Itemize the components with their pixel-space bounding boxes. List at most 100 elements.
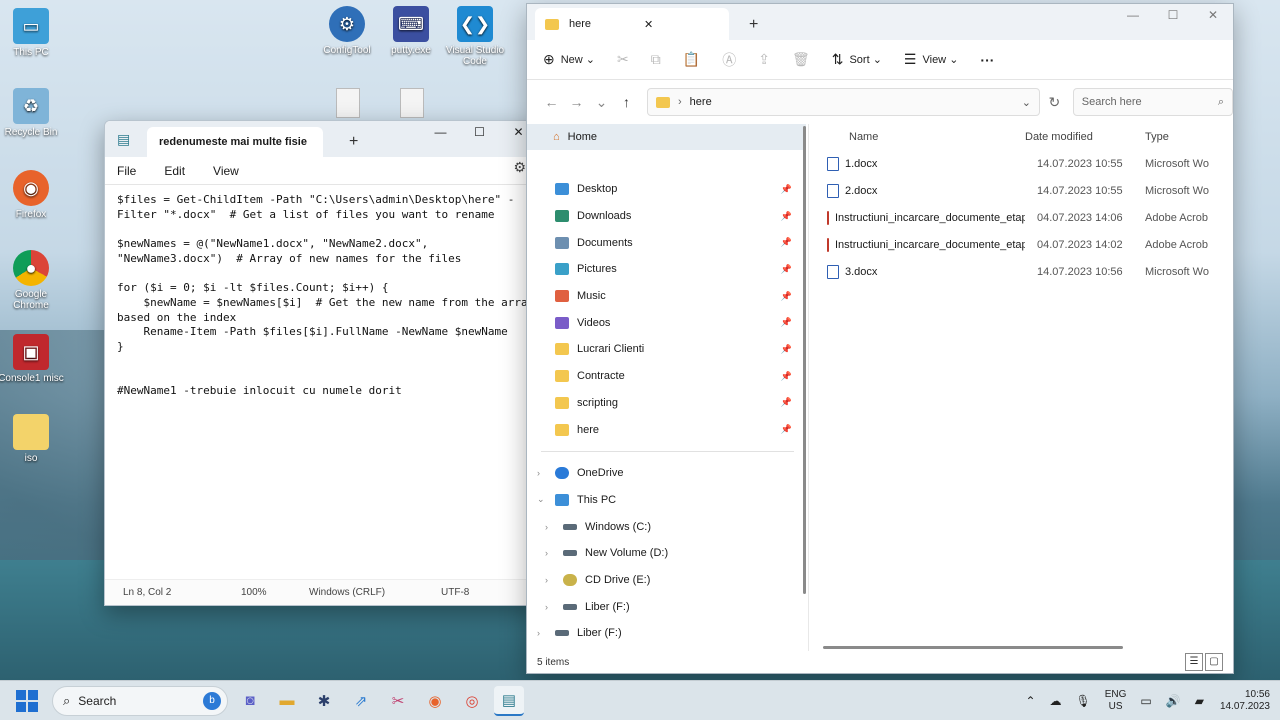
- desktop-icon-iso[interactable]: iso: [0, 414, 66, 464]
- nav-desktop[interactable]: Desktop 📌: [527, 176, 808, 203]
- copy-icon[interactable]: ⧉: [651, 51, 661, 68]
- nav-documents[interactable]: Documents 📌: [527, 229, 808, 256]
- file-explorer-icon[interactable]: ▬: [272, 686, 302, 716]
- forward-arrow-icon[interactable]: →: [564, 94, 589, 110]
- minimize-button[interactable]: —: [1113, 4, 1153, 26]
- new-tab-button[interactable]: +: [349, 133, 358, 151]
- chevron-right-icon[interactable]: ›: [545, 548, 548, 558]
- clock[interactable]: 10:56 14.07.2023: [1220, 689, 1270, 713]
- desktop-icon-recycle-bin[interactable]: ♻ Recycle Bin: [0, 88, 66, 138]
- pin-icon[interactable]: 📌: [781, 424, 792, 435]
- teams-chat-icon[interactable]: ◙: [235, 686, 265, 716]
- nav-drive-e[interactable]: › CD Drive (E:): [527, 567, 808, 594]
- search-input[interactable]: Search here ⌕: [1072, 88, 1234, 116]
- more-options-button[interactable]: ···: [980, 52, 994, 68]
- desktop-icon-console1[interactable]: ▣ Console1 misc: [0, 334, 66, 384]
- maximize-button[interactable]: ☐: [1153, 4, 1193, 26]
- file-row[interactable]: 3.docx 14.07.2023 10:56 Microsoft Wo: [809, 259, 1233, 286]
- view-button[interactable]: ☰ View ⌄: [904, 51, 959, 68]
- column-type[interactable]: Type: [1145, 131, 1169, 143]
- desktop-icon-putty[interactable]: ⌨ putty.exe: [376, 6, 446, 56]
- explorer-tab[interactable]: here ✕: [535, 8, 729, 40]
- desktop-file-icon[interactable]: [400, 88, 424, 118]
- menu-file[interactable]: File: [117, 164, 136, 178]
- recent-chevron-icon[interactable]: ⌄: [589, 94, 614, 111]
- nav-lucrari-clienti[interactable]: Lucrari Clienti 📌: [527, 336, 808, 363]
- chrome-taskbar-icon[interactable]: ◎: [457, 686, 487, 716]
- snipping-tool-icon[interactable]: ✂: [383, 686, 413, 716]
- column-date-modified[interactable]: Date modified: [1025, 131, 1145, 143]
- pin-icon[interactable]: 📌: [781, 291, 792, 302]
- desktop-icon-this-pc[interactable]: ▭ This PC: [0, 8, 66, 58]
- nav-videos[interactable]: Videos 📌: [527, 309, 808, 336]
- details-view-icon[interactable]: ☰: [1185, 653, 1203, 671]
- remote-desktop-icon[interactable]: ⇗: [346, 686, 376, 716]
- cut-icon[interactable]: ✂: [617, 51, 629, 68]
- sort-button[interactable]: ⇅ Sort ⌄: [832, 51, 882, 68]
- nav-home[interactable]: ⌂ Home: [527, 124, 806, 150]
- microphone-icon[interactable]: 🎙: [1076, 694, 1091, 708]
- file-row[interactable]: Instructiuni_incarcare_documente_etapa2.…: [809, 204, 1233, 231]
- tiles-view-icon[interactable]: ▢: [1205, 653, 1223, 671]
- chevron-right-icon[interactable]: ›: [545, 522, 548, 532]
- nav-scrollbar[interactable]: [803, 126, 806, 594]
- chevron-right-icon[interactable]: ›: [537, 628, 540, 638]
- refresh-icon[interactable]: ↻: [1040, 94, 1069, 111]
- file-row[interactable]: 1.docx 14.07.2023 10:55 Microsoft Wo: [809, 150, 1233, 177]
- file-row[interactable]: 2.docx 14.07.2023 10:55 Microsoft Wo: [809, 177, 1233, 204]
- pin-icon[interactable]: 📌: [781, 211, 792, 222]
- column-name[interactable]: Name: [849, 131, 1025, 143]
- volume-icon[interactable]: 🔊: [1166, 694, 1181, 708]
- address-bar[interactable]: › here ⌄: [647, 88, 1040, 116]
- explorer-titlebar[interactable]: here ✕ + — ☐ ✕: [527, 4, 1233, 40]
- configtool-taskbar-icon[interactable]: ✱: [309, 686, 339, 716]
- chevron-down-icon[interactable]: ⌄: [537, 494, 545, 505]
- firefox-taskbar-icon[interactable]: ◉: [420, 686, 450, 716]
- network-icon[interactable]: ☁: [1050, 694, 1062, 708]
- pin-icon[interactable]: 📌: [781, 344, 792, 355]
- nav-pictures[interactable]: Pictures 📌: [527, 256, 808, 283]
- notepad-text-editor[interactable]: $files = Get-ChildItem -Path "C:\Users\a…: [117, 193, 537, 399]
- menu-edit[interactable]: Edit: [164, 164, 185, 178]
- maximize-button[interactable]: ☐: [460, 121, 499, 143]
- language-indicator[interactable]: ENG US: [1105, 689, 1127, 713]
- file-explorer-window[interactable]: here ✕ + — ☐ ✕ ⊕ New ⌄ ✂ ⧉ 📋 Ⓐ ⇪ 🗑 ⇅ Sort …: [526, 3, 1234, 674]
- new-button[interactable]: ⊕ New ⌄: [543, 51, 595, 68]
- pin-icon[interactable]: 📌: [781, 317, 792, 328]
- start-button[interactable]: [16, 689, 38, 712]
- back-arrow-icon[interactable]: ←: [539, 94, 564, 110]
- notepad-tab[interactable]: redenumeste mai multe fisiere doc ×: [147, 127, 323, 157]
- pin-icon[interactable]: 📌: [781, 397, 792, 408]
- horizontal-scrollbar[interactable]: [823, 646, 1123, 649]
- close-tab-icon[interactable]: ✕: [644, 18, 719, 31]
- minimize-button[interactable]: —: [421, 121, 460, 143]
- bing-icon[interactable]: b: [203, 691, 221, 710]
- pin-icon[interactable]: 📌: [781, 371, 792, 382]
- nav-onedrive[interactable]: › OneDrive: [527, 460, 808, 487]
- notepad-window[interactable]: ▤ redenumeste mai multe fisiere doc × + …: [104, 120, 539, 606]
- menu-view[interactable]: View: [213, 164, 239, 178]
- new-tab-button[interactable]: +: [749, 16, 758, 34]
- taskbar-search[interactable]: ⌕ Search b: [52, 685, 228, 716]
- display-icon[interactable]: ▭: [1140, 694, 1151, 708]
- pin-icon[interactable]: 📌: [781, 237, 792, 248]
- nav-drive-c[interactable]: › Windows (C:): [527, 513, 808, 540]
- notepad-taskbar-icon[interactable]: ▤: [494, 685, 524, 716]
- chevron-right-icon[interactable]: ›: [545, 602, 548, 612]
- notepad-titlebar[interactable]: ▤ redenumeste mai multe fisiere doc × + …: [105, 121, 538, 157]
- close-button[interactable]: ✕: [1193, 4, 1233, 26]
- desktop-file-icon[interactable]: [336, 88, 360, 118]
- desktop-icon-firefox[interactable]: ◉ Firefox: [0, 170, 66, 220]
- file-row[interactable]: Instructiuni_incarcare_documente_etapa2.…: [809, 232, 1233, 259]
- nav-scripting[interactable]: scripting 📌: [527, 390, 808, 417]
- nav-drive-f[interactable]: › Liber (F:): [527, 593, 808, 620]
- paste-icon[interactable]: 📋: [683, 51, 700, 68]
- chevron-down-icon[interactable]: ⌄: [1022, 96, 1031, 109]
- desktop-icon-configtool[interactable]: ⚙ ConfigTool: [312, 6, 382, 56]
- pin-icon[interactable]: 📌: [781, 184, 792, 195]
- nav-here[interactable]: here 📌: [527, 416, 808, 443]
- up-arrow-icon[interactable]: ↑: [614, 94, 639, 110]
- rename-icon[interactable]: Ⓐ: [722, 50, 736, 70]
- chevron-right-icon[interactable]: ›: [545, 575, 548, 585]
- desktop-icon-vscode[interactable]: ❮❯ Visual Studio Code: [440, 6, 510, 67]
